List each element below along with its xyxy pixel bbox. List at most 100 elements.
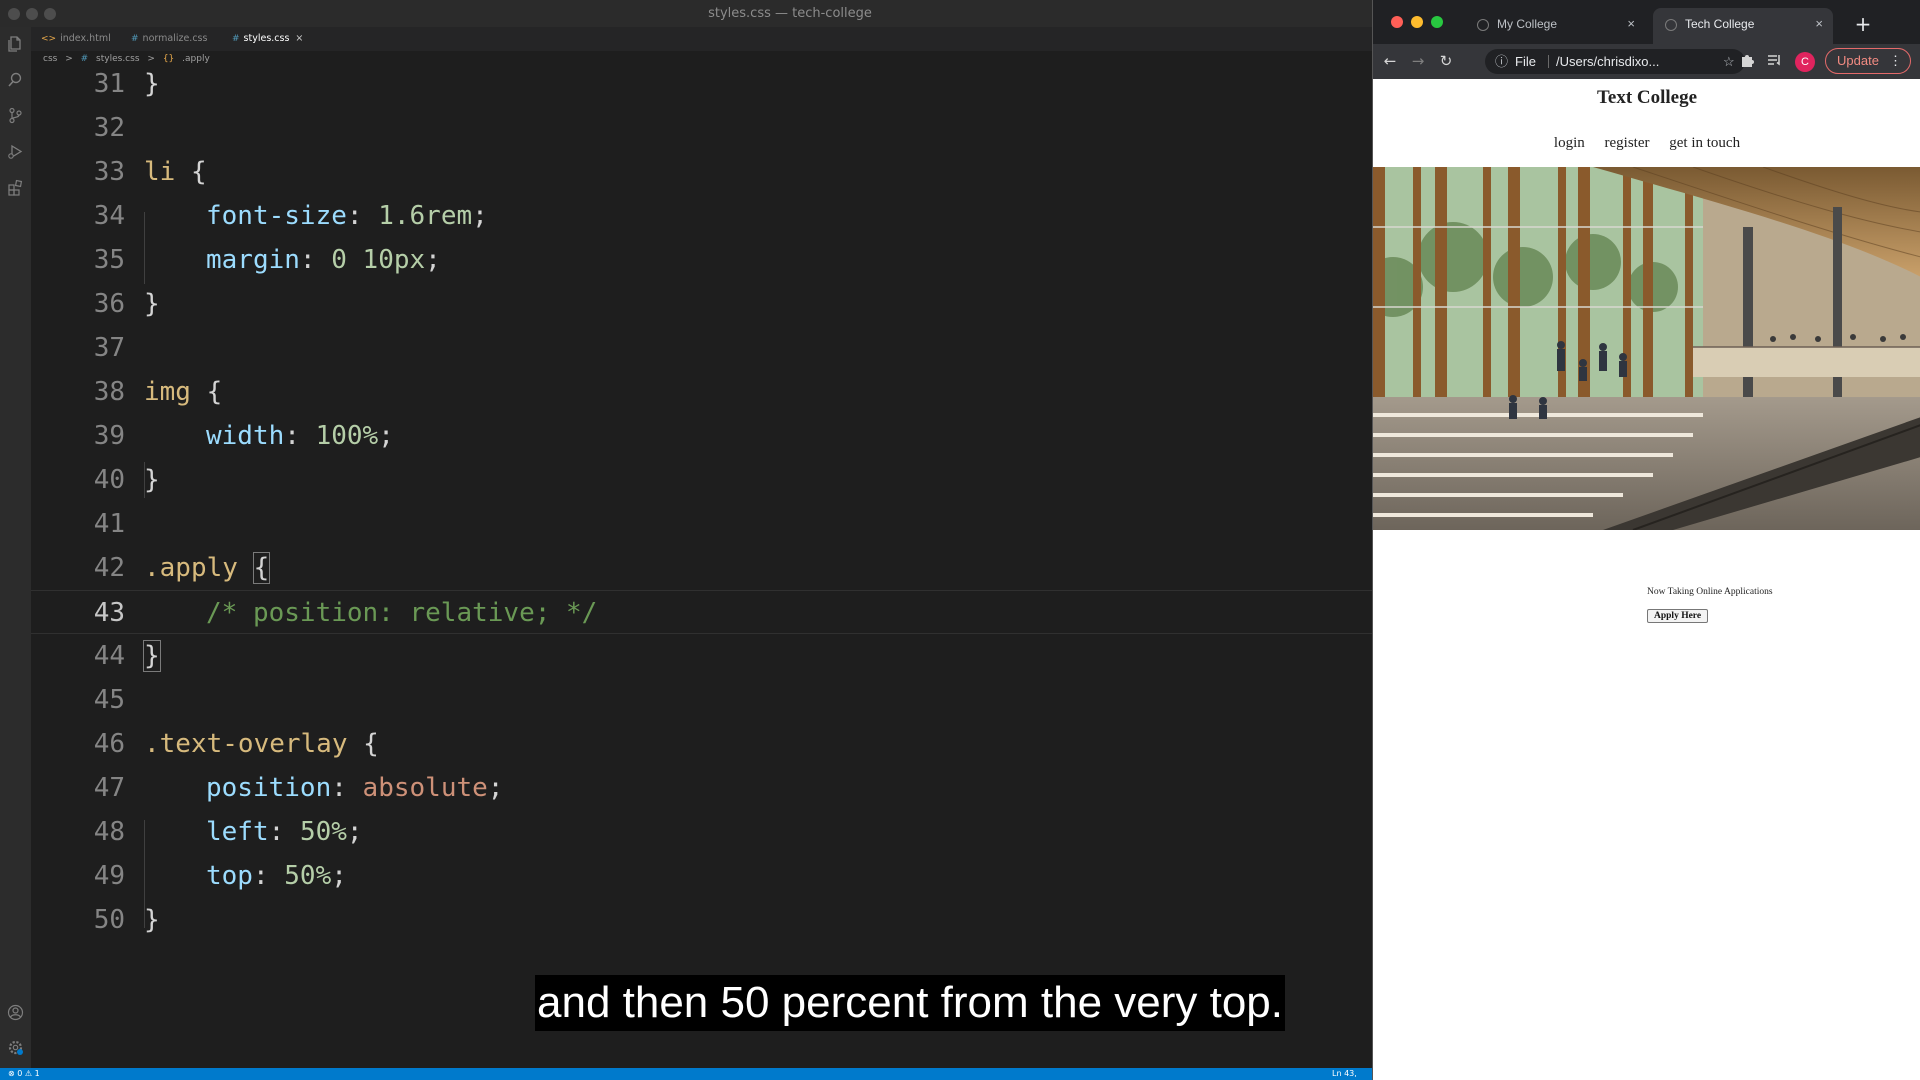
code-text: } — [144, 465, 160, 495]
manage-gear-icon[interactable] — [7, 1039, 24, 1056]
code-line: 32 — [31, 106, 1372, 150]
new-tab-button[interactable]: + — [1853, 10, 1873, 38]
update-button[interactable]: Update ⋮ — [1825, 48, 1911, 74]
maximize-window-icon[interactable] — [1431, 16, 1443, 28]
vscode-titlebar: styles.css — tech-college — [0, 0, 1372, 27]
reload-icon[interactable]: ↻ — [1437, 52, 1455, 70]
tab-label: styles.css — [243, 33, 290, 44]
tab-styles-css[interactable]: # styles.css × — [232, 27, 303, 51]
code-line: 42 .apply { — [31, 546, 1372, 590]
code-text: /* position: relative; */ — [206, 598, 598, 628]
tab-normalize-css[interactable]: # normalize.css — [131, 27, 207, 51]
run-debug-icon[interactable] — [7, 143, 24, 160]
code-line: 37 — [31, 326, 1372, 370]
matching-bracket: { — [252, 552, 271, 584]
campus-hero-image — [1373, 167, 1920, 530]
code-editor[interactable]: 31 } 32 33 li { 34 font-size: 1.6rem; 35… — [31, 67, 1372, 1068]
extensions-puzzle-icon[interactable] — [1739, 52, 1757, 70]
site-nav: login register get in touch — [1373, 135, 1920, 152]
code-line: 38 img { — [31, 370, 1372, 414]
line-number: 49 — [93, 861, 125, 891]
code-line: 34 font-size: 1.6rem; — [31, 194, 1372, 238]
forward-arrow-icon[interactable]: → — [1409, 52, 1427, 70]
line-number: 50 — [93, 905, 125, 935]
code-text: } — [143, 634, 161, 678]
tab-label: normalize.css — [142, 33, 208, 44]
site-title: Text College — [1596, 87, 1698, 108]
code-line: 46 .text-overlay { — [31, 722, 1372, 766]
code-line: 49 top: 50%; — [31, 854, 1372, 898]
code-text: .text-overlay { — [144, 729, 379, 759]
editor-tabs: <> index.html # normalize.css # styles.css × — [31, 27, 1372, 51]
explorer-icon[interactable] — [7, 35, 24, 52]
info-icon[interactable]: ⓘ — [1495, 49, 1508, 74]
nav-link-get-in-touch[interactable]: get in touch — [1669, 135, 1740, 151]
code-line: 33 li { — [31, 150, 1372, 194]
close-window-icon[interactable] — [1391, 16, 1403, 28]
close-tab-icon[interactable]: × — [295, 33, 303, 44]
code-line-current: 43 /* position: relative; */ — [31, 590, 1372, 634]
code-line: 50 } — [31, 898, 1372, 942]
cursor-position-status[interactable]: Ln 43, Col — [1332, 1068, 1372, 1080]
line-number: 46 — [93, 729, 125, 759]
code-text: margin: 0 10px; — [206, 245, 441, 275]
line-number: 34 — [93, 201, 125, 231]
web-page: Text College login register get in touch — [1373, 79, 1920, 1080]
tab-label: My College — [1497, 17, 1558, 31]
line-number: 31 — [93, 69, 125, 99]
code-line: 47 position: absolute; — [31, 766, 1372, 810]
code-text: left: 50%; — [206, 817, 363, 847]
line-number: 36 — [93, 289, 125, 319]
back-arrow-icon[interactable]: ← — [1381, 52, 1399, 70]
css-file-icon: # — [232, 34, 240, 44]
line-number: 48 — [93, 817, 125, 847]
globe-icon — [1665, 18, 1677, 31]
source-control-icon[interactable] — [7, 107, 24, 124]
tab-label: index.html — [60, 33, 111, 44]
code-text: li { — [144, 157, 207, 187]
code-text: width: 100%; — [206, 421, 394, 451]
bookmark-star-icon[interactable]: ☆ — [1723, 49, 1735, 74]
address-bar[interactable]: ⓘ File /Users/chrisdixo... ☆ — [1485, 49, 1745, 74]
close-tab-icon[interactable]: × — [1815, 8, 1823, 40]
code-line: 44 } — [31, 634, 1372, 678]
code-text: } — [144, 69, 160, 99]
close-tab-icon[interactable]: × — [1627, 8, 1635, 40]
line-number: 45 — [93, 685, 125, 715]
matching-bracket: } — [143, 640, 161, 672]
browser-tabstrip: My College × Tech College × + — [1373, 0, 1920, 44]
browser-window: My College × Tech College × + ← → ↻ ⓘ Fi… — [1372, 0, 1920, 1080]
problems-status[interactable]: ⊗ 0 ⚠ 1 — [8, 1068, 40, 1080]
code-text: font-size: 1.6rem; — [206, 201, 488, 231]
minimize-window-icon[interactable] — [1411, 16, 1423, 28]
browser-tab-tech-college[interactable]: Tech College × — [1653, 8, 1833, 44]
extensions-icon[interactable] — [7, 179, 24, 196]
code-text: } — [144, 289, 160, 319]
apply-here-button[interactable]: Apply Here — [1647, 609, 1709, 623]
code-line: 36 } — [31, 282, 1372, 326]
code-line: 48 left: 50%; — [31, 810, 1372, 854]
line-number: 40 — [93, 465, 125, 495]
line-number: 37 — [93, 333, 125, 363]
nav-link-login[interactable]: login — [1554, 135, 1585, 151]
vscode-window: styles.css — tech-college <> index.html #… — [0, 0, 1372, 1080]
code-line: 35 margin: 0 10px; — [31, 238, 1372, 282]
video-subtitle: and then 50 percent from the very top. — [535, 975, 1286, 1031]
code-text: .apply { — [144, 552, 271, 584]
code-text: } — [144, 905, 160, 935]
code-line: 41 — [31, 502, 1372, 546]
profile-avatar[interactable]: C — [1795, 52, 1815, 72]
browser-tab-my-college[interactable]: My College × — [1465, 8, 1645, 44]
nav-link-register[interactable]: register — [1605, 135, 1650, 151]
reading-list-icon[interactable] — [1765, 52, 1783, 70]
activity-bar — [0, 27, 31, 1068]
browser-toolbar: ← → ↻ ⓘ File /Users/chrisdixo... ☆ C Upd… — [1373, 44, 1920, 79]
code-line: 45 — [31, 678, 1372, 722]
line-number: 39 — [93, 421, 125, 451]
more-vertical-icon[interactable]: ⋮ — [1889, 49, 1902, 72]
line-number: 35 — [93, 245, 125, 275]
search-icon[interactable] — [7, 71, 24, 88]
address-url: /Users/chrisdixo... — [1556, 54, 1660, 69]
tab-index-html[interactable]: <> index.html — [41, 27, 111, 51]
accounts-icon[interactable] — [7, 1004, 24, 1021]
